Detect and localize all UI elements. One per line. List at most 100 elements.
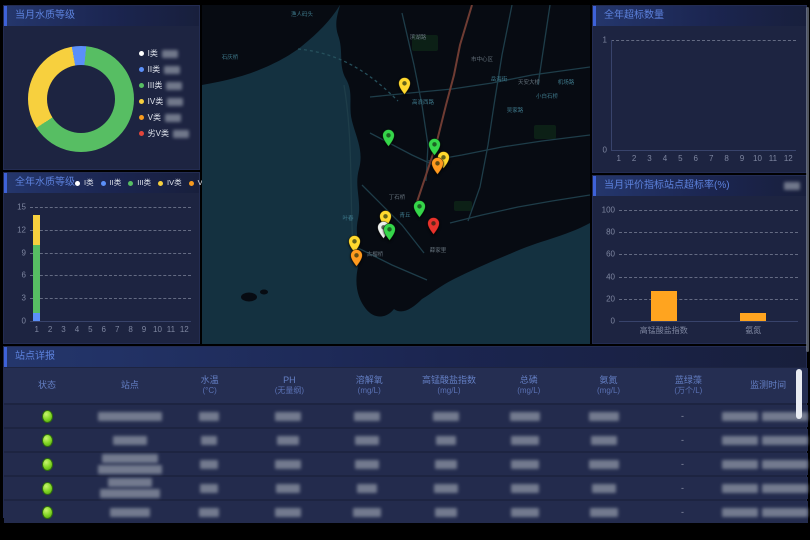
page-scrollbar-thumb[interactable]	[806, 7, 809, 352]
legend-item-IV类[interactable]: IV类	[158, 173, 182, 193]
column-header-氨氮: 氨氮(mg/L)	[569, 375, 649, 396]
column-label: 站点	[90, 380, 170, 391]
legend-label: I类	[84, 173, 94, 193]
pin-icon	[398, 77, 411, 95]
redacted-value	[762, 460, 808, 469]
legend-label: 劣V类	[148, 128, 169, 139]
map-place-label: 天安大桥	[518, 78, 540, 86]
table-row[interactable]: -	[4, 453, 808, 475]
bar[interactable]	[33, 215, 40, 245]
exceed-rate-chart[interactable]: 020406080100高锰酸盐指数氨氮	[593, 196, 806, 343]
x-category-label: 4	[75, 325, 79, 334]
x-category-label: 氨氮	[745, 325, 761, 336]
bar[interactable]	[33, 313, 40, 321]
station-pin-green[interactable]	[413, 200, 426, 218]
table-scrollbar-thumb[interactable]	[796, 369, 802, 419]
annual-quality-chart[interactable]: 03691215123456789101112	[4, 193, 199, 343]
legend-item-IV类[interactable]: IV类	[139, 96, 189, 107]
measurement-redacted	[406, 460, 485, 469]
column-label: 状态	[4, 380, 90, 391]
legend-label: IV类	[167, 173, 182, 193]
station-pin-orange[interactable]	[350, 249, 363, 267]
legend-label: III类	[148, 80, 163, 91]
panel-monthly-quality: 当月水质等级 I类 II类 III类 IV类 V类劣V类	[3, 5, 200, 170]
map-place-label: 岳海街	[491, 75, 508, 83]
table-row[interactable]: -	[4, 405, 808, 427]
legend-dot	[189, 181, 194, 186]
bar[interactable]	[33, 245, 40, 313]
column-label: 高锰酸盐指数	[409, 375, 489, 386]
y-tick-label: 20	[606, 294, 615, 303]
column-label: 总磷	[489, 375, 569, 386]
column-unit: (°C)	[170, 386, 250, 396]
redacted-value	[98, 412, 162, 421]
x-category-label: 4	[663, 154, 667, 163]
legend-label: II类	[110, 173, 122, 193]
y-tick-label: 60	[606, 250, 615, 259]
redacted-value	[722, 508, 758, 517]
measurement-redacted	[564, 484, 643, 493]
legend-value-redacted	[164, 66, 180, 74]
legend-item-劣V类[interactable]: 劣V类	[139, 128, 189, 139]
redacted-value	[511, 508, 539, 517]
legend-dot	[139, 115, 144, 120]
redacted-value	[722, 412, 758, 421]
x-category-label: 7	[115, 325, 119, 334]
gridline	[30, 275, 191, 276]
panel-monthly-quality-title: 当月水质等级	[15, 6, 75, 26]
station-pin-red[interactable]	[427, 217, 440, 235]
map-place-label: 机场路	[558, 78, 575, 86]
measurement-redacted	[406, 484, 485, 493]
annual-exceed-chart[interactable]: 01123456789101112	[593, 26, 806, 172]
city-map[interactable]: 石庆桥渔人码头滨湖路市中心区岳海街天安大桥机场路小白石桥高浪西路吴家路丁石桥青丘…	[202, 5, 590, 344]
station-pin-green[interactable]	[383, 223, 396, 241]
panel-exceed-rate: 当月评价指标站点超标率(%) 020406080100高锰酸盐指数氨氮	[592, 175, 807, 344]
redacted-value	[275, 460, 301, 469]
measurement-redacted	[564, 412, 643, 421]
gridline	[619, 232, 798, 233]
legend-item-V类[interactable]: V类	[139, 112, 189, 123]
station-pin-yellow[interactable]	[398, 77, 411, 95]
legend-item-III类[interactable]: III类	[128, 173, 151, 193]
table-row[interactable]: -	[4, 501, 808, 523]
panel-annual-exceed-header: 全年超标数量	[593, 6, 806, 26]
legend-dot	[158, 181, 163, 186]
redacted-value	[435, 460, 457, 469]
x-category-label: 6	[102, 325, 106, 334]
bar[interactable]	[740, 313, 766, 321]
legend-item-II类[interactable]: II类	[139, 64, 189, 75]
x-category-label: 高锰酸盐指数	[640, 325, 688, 336]
pin-icon	[382, 129, 395, 147]
y-tick-label: 0	[22, 317, 26, 326]
status-dot-green	[42, 458, 53, 471]
legend-item-II类[interactable]: II类	[101, 173, 122, 193]
redacted-value	[199, 412, 219, 421]
station-pin-orange[interactable]	[431, 157, 444, 175]
measurement-redacted	[248, 436, 327, 445]
measurement-redacted	[169, 460, 248, 469]
column-unit: (mg/L)	[329, 386, 409, 396]
table-row[interactable]: -	[4, 477, 808, 499]
station-pin-green[interactable]	[382, 129, 395, 147]
redacted-value	[722, 484, 758, 493]
x-category-label: 12	[784, 154, 793, 163]
legend-item-III类[interactable]: III类	[139, 80, 189, 91]
algae-value: -	[643, 507, 722, 517]
y-tick-label: 1	[603, 36, 607, 45]
redacted-value	[511, 436, 539, 445]
column-label: 水温	[170, 375, 250, 386]
map-place-label: 薛家里	[430, 246, 447, 254]
gridline	[619, 254, 798, 255]
measurement-redacted	[406, 436, 485, 445]
pin-icon	[427, 217, 440, 235]
status-dot-green	[42, 506, 53, 519]
legend-item-I类[interactable]: I类	[75, 173, 94, 193]
quality-donut-chart[interactable]	[28, 46, 134, 152]
bar[interactable]	[651, 291, 677, 321]
legend-item-I类[interactable]: I类	[139, 48, 189, 59]
column-unit: (mg/L)	[489, 386, 569, 396]
redacted-value	[589, 460, 619, 469]
table-row[interactable]: -	[4, 429, 808, 451]
rate-panel-corner-redacted[interactable]	[784, 182, 800, 190]
column-header-PH: PH(无量纲)	[250, 375, 330, 396]
